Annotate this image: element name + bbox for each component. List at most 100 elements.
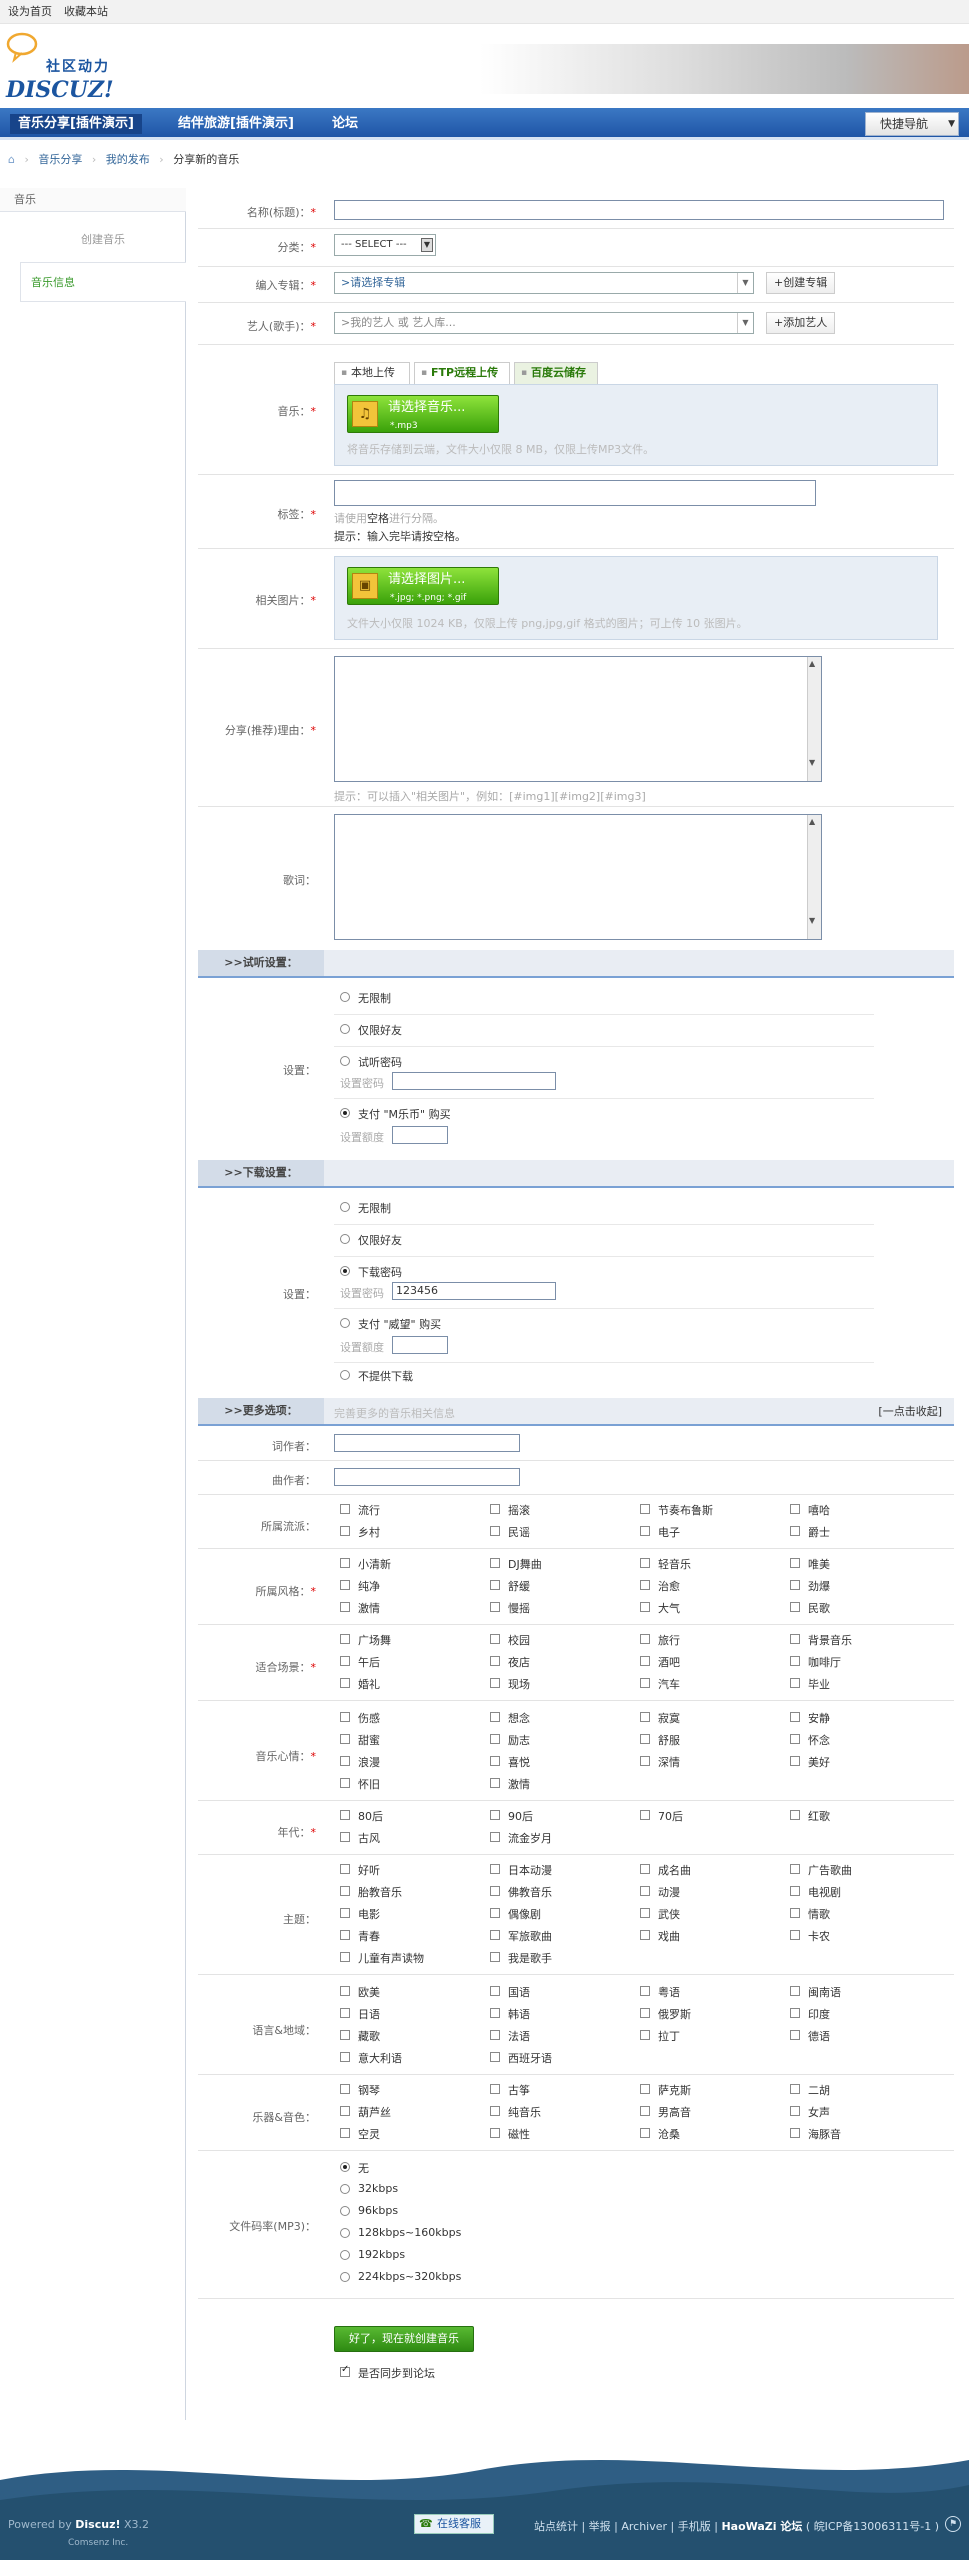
inst-checkbox[interactable] (340, 2084, 350, 2094)
style-checkbox[interactable] (490, 1580, 500, 1590)
crumb-my-posts[interactable]: 我的发布 (106, 153, 150, 166)
style-checkbox[interactable] (340, 1602, 350, 1612)
tab-local-upload[interactable]: 本地上传 (334, 362, 410, 384)
lang-checkbox[interactable] (790, 2030, 800, 2040)
listen-friends-radio[interactable] (340, 1024, 350, 1034)
set-homepage-link[interactable]: 设为首页 (8, 5, 52, 19)
school-checkbox[interactable] (640, 1504, 650, 1514)
listen-password-input[interactable] (392, 1072, 556, 1090)
download-unlimited-radio[interactable] (340, 1202, 350, 1212)
scene-checkbox[interactable] (340, 1678, 350, 1688)
inst-checkbox[interactable] (340, 2106, 350, 2116)
lang-checkbox[interactable] (490, 2008, 500, 2018)
style-checkbox[interactable] (790, 1558, 800, 1568)
listen-price-input[interactable] (392, 1126, 448, 1144)
theme-checkbox[interactable] (790, 1930, 800, 1940)
tab-baidu-cloud[interactable]: 百度云储存 (514, 362, 598, 384)
scrollbar[interactable]: ▲ ▼ (807, 815, 821, 939)
theme-checkbox[interactable] (790, 1864, 800, 1874)
mood-checkbox[interactable] (490, 1778, 500, 1788)
era-checkbox[interactable] (790, 1810, 800, 1820)
style-checkbox[interactable] (790, 1602, 800, 1612)
school-checkbox[interactable] (490, 1504, 500, 1514)
mood-checkbox[interactable] (340, 1778, 350, 1788)
mood-checkbox[interactable] (640, 1734, 650, 1744)
school-checkbox[interactable] (340, 1504, 350, 1514)
lang-checkbox[interactable] (340, 1986, 350, 1996)
mood-checkbox[interactable] (790, 1712, 800, 1722)
style-checkbox[interactable] (340, 1580, 350, 1590)
artist-select[interactable]: >我的艺人 或 艺人库... ▼ (334, 312, 754, 334)
mood-checkbox[interactable] (640, 1712, 650, 1722)
scene-checkbox[interactable] (340, 1656, 350, 1666)
inst-checkbox[interactable] (640, 2106, 650, 2116)
bitrate-radio[interactable] (340, 2162, 350, 2172)
era-checkbox[interactable] (340, 1832, 350, 1842)
style-checkbox[interactable] (490, 1558, 500, 1568)
reason-textarea[interactable]: ▲ ▼ (334, 656, 822, 782)
theme-checkbox[interactable] (340, 1886, 350, 1896)
inst-checkbox[interactable] (340, 2128, 350, 2138)
theme-checkbox[interactable] (490, 1952, 500, 1962)
mood-checkbox[interactable] (790, 1734, 800, 1744)
add-artist-button[interactable]: +添加艺人 (766, 312, 836, 334)
bitrate-radio[interactable] (340, 2228, 350, 2238)
theme-checkbox[interactable] (790, 1908, 800, 1918)
school-checkbox[interactable] (640, 1526, 650, 1536)
mood-checkbox[interactable] (490, 1756, 500, 1766)
lang-checkbox[interactable] (490, 2052, 500, 2062)
bitrate-radio[interactable] (340, 2206, 350, 2216)
nav-forum[interactable]: 论坛 (324, 114, 366, 134)
bitrate-radio[interactable] (340, 2250, 350, 2260)
school-checkbox[interactable] (790, 1526, 800, 1536)
scene-checkbox[interactable] (490, 1656, 500, 1666)
scene-checkbox[interactable] (490, 1678, 500, 1688)
bookmark-link[interactable]: 收藏本站 (64, 5, 108, 19)
style-checkbox[interactable] (490, 1602, 500, 1612)
bitrate-radio[interactable] (340, 2272, 350, 2282)
lyricist-input[interactable] (334, 1434, 520, 1452)
crumb-music-share[interactable]: 音乐分享 (38, 153, 82, 166)
mood-checkbox[interactable] (790, 1756, 800, 1766)
inst-checkbox[interactable] (790, 2128, 800, 2138)
style-checkbox[interactable] (640, 1558, 650, 1568)
logo[interactable]: 社区动力 DISCUZ! (6, 32, 146, 102)
lang-checkbox[interactable] (340, 2052, 350, 2062)
inst-checkbox[interactable] (640, 2084, 650, 2094)
theme-checkbox[interactable] (340, 1952, 350, 1962)
nav-music-share[interactable]: 音乐分享[插件演示] (10, 114, 142, 134)
mood-checkbox[interactable] (640, 1756, 650, 1766)
style-checkbox[interactable] (640, 1580, 650, 1590)
era-checkbox[interactable] (340, 1810, 350, 1820)
school-checkbox[interactable] (340, 1526, 350, 1536)
school-checkbox[interactable] (490, 1526, 500, 1536)
download-price-input[interactable] (392, 1336, 448, 1354)
quick-nav-button[interactable]: 快捷导航 ▼ (865, 112, 959, 136)
album-select[interactable]: >请选择专辑 ▼ (334, 272, 754, 294)
theme-checkbox[interactable] (490, 1908, 500, 1918)
title-input[interactable] (334, 200, 944, 220)
lang-checkbox[interactable] (340, 2008, 350, 2018)
mood-checkbox[interactable] (340, 1712, 350, 1722)
footer-forum-link[interactable]: HaoWaZi 论坛 (721, 2520, 802, 2533)
lang-checkbox[interactable] (640, 2030, 650, 2040)
mood-checkbox[interactable] (490, 1712, 500, 1722)
footer-report-link[interactable]: 举报 (589, 2520, 611, 2533)
theme-checkbox[interactable] (640, 1886, 650, 1896)
scene-checkbox[interactable] (790, 1634, 800, 1644)
style-checkbox[interactable] (790, 1580, 800, 1590)
theme-checkbox[interactable] (490, 1864, 500, 1874)
scene-checkbox[interactable] (340, 1634, 350, 1644)
scene-checkbox[interactable] (640, 1634, 650, 1644)
scene-checkbox[interactable] (490, 1634, 500, 1644)
scene-checkbox[interactable] (790, 1678, 800, 1688)
listen-pay-radio[interactable] (340, 1108, 350, 1118)
lyric-textarea[interactable]: ▲ ▼ (334, 814, 822, 940)
listen-password-radio[interactable] (340, 1056, 350, 1066)
era-checkbox[interactable] (490, 1832, 500, 1842)
footer-icp-link[interactable]: 皖ICP备13006311号-1 (814, 2520, 932, 2533)
lang-checkbox[interactable] (340, 2030, 350, 2040)
theme-checkbox[interactable] (340, 1908, 350, 1918)
mood-checkbox[interactable] (340, 1734, 350, 1744)
lang-checkbox[interactable] (640, 2008, 650, 2018)
